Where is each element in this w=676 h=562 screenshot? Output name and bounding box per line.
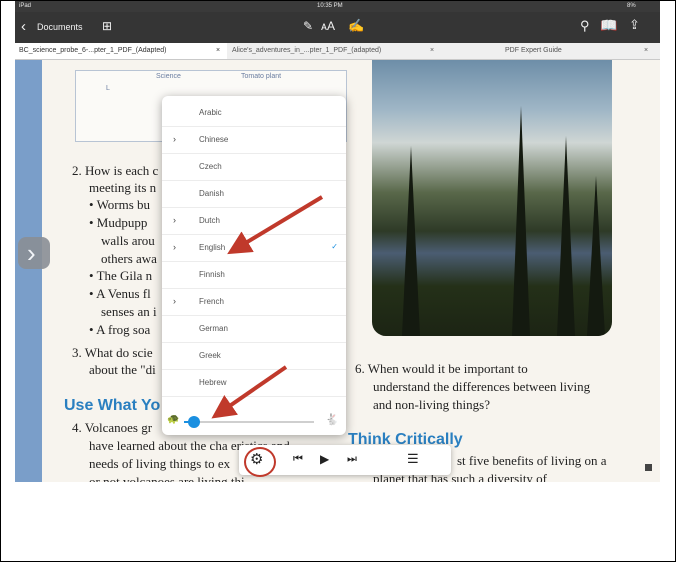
forest-lake-photo bbox=[372, 60, 612, 336]
edit-icon[interactable]: ✍ bbox=[348, 18, 364, 34]
tab-alice[interactable]: Alice's_adventures_in_...pter_1_PDF_(ada… bbox=[228, 43, 442, 59]
list-icon[interactable]: ☰ bbox=[407, 451, 419, 467]
language-name: German bbox=[199, 324, 228, 333]
language-item-hebrew[interactable]: Hebrew bbox=[162, 369, 346, 397]
pen-icon[interactable]: ✎ bbox=[303, 19, 313, 33]
play-icon[interactable]: ▶ bbox=[320, 452, 329, 466]
chevron-right-icon: › bbox=[173, 215, 176, 225]
language-name: French bbox=[199, 297, 224, 306]
tab-pdf-expert-guide[interactable]: PDF Expert Guide × bbox=[445, 43, 660, 59]
chevron-right-icon: › bbox=[173, 296, 176, 306]
document-tabs: BC_science_probe_6-...pter_1_PDF_(Adapte… bbox=[15, 43, 660, 60]
grid-icon[interactable]: ⊞ bbox=[102, 19, 112, 33]
top-toolbar: ‹ Documents ⊞ ✎ ᴀA ✍ ⚲ 📖 ⇪ bbox=[15, 12, 660, 43]
documents-back-button[interactable]: Documents bbox=[37, 22, 83, 32]
chevron-right-icon: › bbox=[173, 134, 176, 144]
language-name: Czech bbox=[199, 162, 222, 171]
language-item-finnish[interactable]: Finnish bbox=[162, 261, 346, 289]
search-icon[interactable]: ⚲ bbox=[580, 18, 590, 34]
language-item-dutch[interactable]: › Dutch bbox=[162, 207, 346, 235]
close-icon[interactable]: × bbox=[430, 43, 434, 59]
sketch-label: L bbox=[106, 85, 110, 92]
language-name: Finnish bbox=[199, 270, 225, 279]
language-item-danish[interactable]: Danish bbox=[162, 180, 346, 208]
tab-label: BC_science_probe_6-...pter_1_PDF_(Adapte… bbox=[19, 47, 167, 54]
resize-corner bbox=[645, 464, 652, 471]
sidebar-toggle-button[interactable] bbox=[18, 237, 50, 269]
chevron-right-icon: › bbox=[173, 242, 176, 252]
language-name: Dutch bbox=[199, 216, 220, 225]
language-item-chinese[interactable]: › Chinese bbox=[162, 126, 346, 154]
slider-track bbox=[184, 421, 314, 423]
text-size-icon[interactable]: ᴀA bbox=[321, 19, 335, 33]
clock: 10:35 PM bbox=[317, 3, 343, 9]
tab-label: Alice's_adventures_in_...pter_1_PDF_(ada… bbox=[232, 47, 382, 54]
next-icon[interactable]: ⏭ bbox=[347, 453, 357, 466]
close-icon[interactable]: × bbox=[644, 43, 648, 59]
language-item-german[interactable]: German bbox=[162, 315, 346, 343]
language-name: Chinese bbox=[199, 135, 229, 144]
status-bar: iPad 10:35 PM 8% bbox=[15, 1, 660, 12]
language-name: Danish bbox=[199, 189, 224, 198]
checkmark-icon: ✓ bbox=[331, 242, 338, 251]
slider-knob[interactable] bbox=[188, 416, 201, 428]
language-name: Greek bbox=[199, 351, 221, 360]
book-icon[interactable]: 📖 bbox=[600, 17, 617, 34]
sketch-label: Science bbox=[156, 73, 181, 80]
battery-level: 8% bbox=[627, 3, 636, 9]
previous-icon[interactable]: ⏮ bbox=[293, 453, 303, 466]
language-item-english[interactable]: › English ✓ bbox=[162, 234, 346, 262]
page-margin-bar bbox=[15, 60, 42, 482]
carrier-label: iPad bbox=[19, 3, 32, 9]
language-item-greek[interactable]: Greek bbox=[162, 342, 346, 370]
language-name: Hebrew bbox=[199, 378, 227, 387]
language-item-french[interactable]: › French bbox=[162, 288, 346, 316]
sketch-label: Tomato plant bbox=[241, 73, 282, 80]
tab-label: PDF Expert Guide bbox=[505, 47, 562, 54]
fast-speed-icon: 🐇 bbox=[325, 414, 339, 426]
language-item-arabic[interactable]: Arabic bbox=[162, 99, 346, 127]
language-name: English bbox=[199, 243, 226, 252]
language-menu: Arabic › Chinese Czech Danish › Dutch › English ✓… bbox=[162, 96, 346, 435]
heading-use-what: Use What Yo bbox=[64, 397, 161, 414]
close-icon[interactable]: × bbox=[216, 43, 220, 59]
slow-speed-icon: 🐢 bbox=[167, 414, 180, 425]
tab-bc-science[interactable]: BC_science_probe_6-...pter_1_PDF_(Adapte… bbox=[15, 43, 227, 59]
speech-speed-slider[interactable]: 🐢 🐇 bbox=[162, 405, 346, 435]
ipad-screen: iPad 10:35 PM 8% ‹ Documents ⊞ ✎ ᴀA ✍ ⚲ … bbox=[15, 1, 660, 482]
language-item-czech[interactable]: Czech bbox=[162, 153, 346, 181]
chevron-left-icon[interactable]: ‹ bbox=[21, 18, 26, 35]
share-icon[interactable]: ⇪ bbox=[629, 17, 640, 33]
language-name: Arabic bbox=[199, 108, 222, 117]
settings-highlight-circle bbox=[244, 447, 276, 477]
